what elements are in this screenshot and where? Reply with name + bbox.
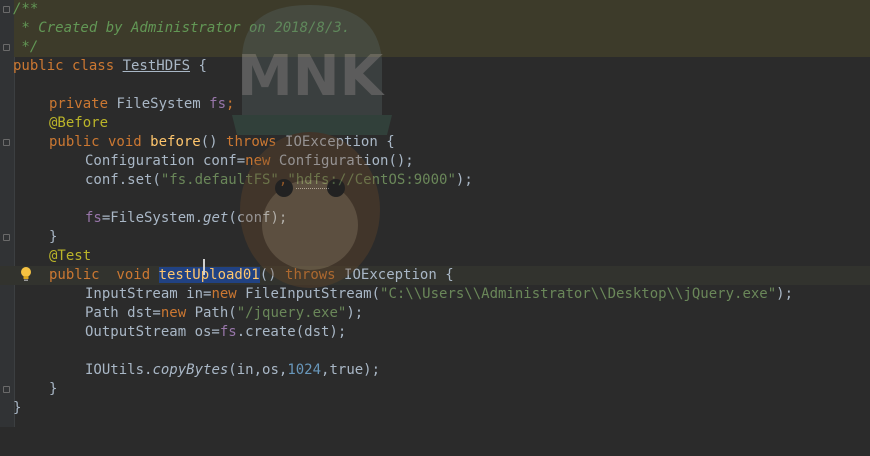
code-line[interactable]: private FileSystem fs;: [0, 95, 870, 114]
code-line-current[interactable]: public void testUpload01() throws IOExce…: [0, 266, 870, 285]
code-editor[interactable]: /** * Created by Administrator on 2018/8…: [0, 0, 870, 427]
code-line[interactable]: */: [0, 38, 870, 57]
copy-bytes-statement: IOUtils.copyBytes(in,os,1024,true);: [85, 362, 381, 378]
code-line[interactable]: InputStream in=new FileInputStream("C:\\…: [0, 285, 870, 304]
code-line[interactable]: @Test: [0, 247, 870, 266]
annotation-test: @Test: [49, 248, 92, 264]
code-line[interactable]: public void before() throws IOException …: [0, 133, 870, 152]
code-line[interactable]: fs=FileSystem.get(conf);: [0, 209, 870, 228]
class-declaration: public class TestHDFS {: [13, 58, 207, 74]
path-statement: Path dst=new Path("/jquery.exe");: [85, 305, 364, 321]
code-line[interactable]: public class TestHDFS {: [0, 57, 870, 76]
field-declaration: private FileSystem fs;: [49, 96, 235, 112]
code-line[interactable]: OutputStream os=fs.create(dst);: [0, 323, 870, 342]
input-stream-statement: InputStream in=new FileInputStream("C:\\…: [85, 286, 794, 302]
code-line[interactable]: conf.set("fs.defaultFS","hdfs://CentOS:9…: [0, 171, 870, 190]
code-line[interactable]: Path dst=new Path("/jquery.exe");: [0, 304, 870, 323]
code-line[interactable]: IOUtils.copyBytes(in,os,1024,true);: [0, 361, 870, 380]
monkey-watermark-icon: MNK: [232, 5, 392, 288]
code-line[interactable]: }: [0, 380, 870, 399]
code-line[interactable]: Configuration conf=new Configuration();: [0, 152, 870, 171]
closing-brace: }: [49, 381, 58, 397]
annotation-before: @Before: [49, 115, 109, 131]
code-line[interactable]: * Created by Administrator on 2018/8/3.: [0, 19, 870, 38]
lightbulb-icon[interactable]: [19, 266, 33, 282]
output-stream-statement: OutputStream os=fs.create(dst);: [85, 324, 347, 340]
doc-comment-line: */: [13, 39, 39, 55]
watermark-text: MNK: [237, 44, 386, 109]
code-line[interactable]: }: [0, 228, 870, 247]
code-line[interactable]: /**: [0, 0, 870, 19]
text-cursor-icon: [203, 259, 205, 275]
class-name: TestHDFS: [122, 58, 191, 74]
doc-comment-line: /**: [13, 1, 39, 17]
code-line[interactable]: @Before: [0, 114, 870, 133]
code-line[interactable]: }: [0, 399, 870, 418]
closing-brace: }: [49, 229, 58, 245]
closing-brace: }: [13, 400, 22, 416]
